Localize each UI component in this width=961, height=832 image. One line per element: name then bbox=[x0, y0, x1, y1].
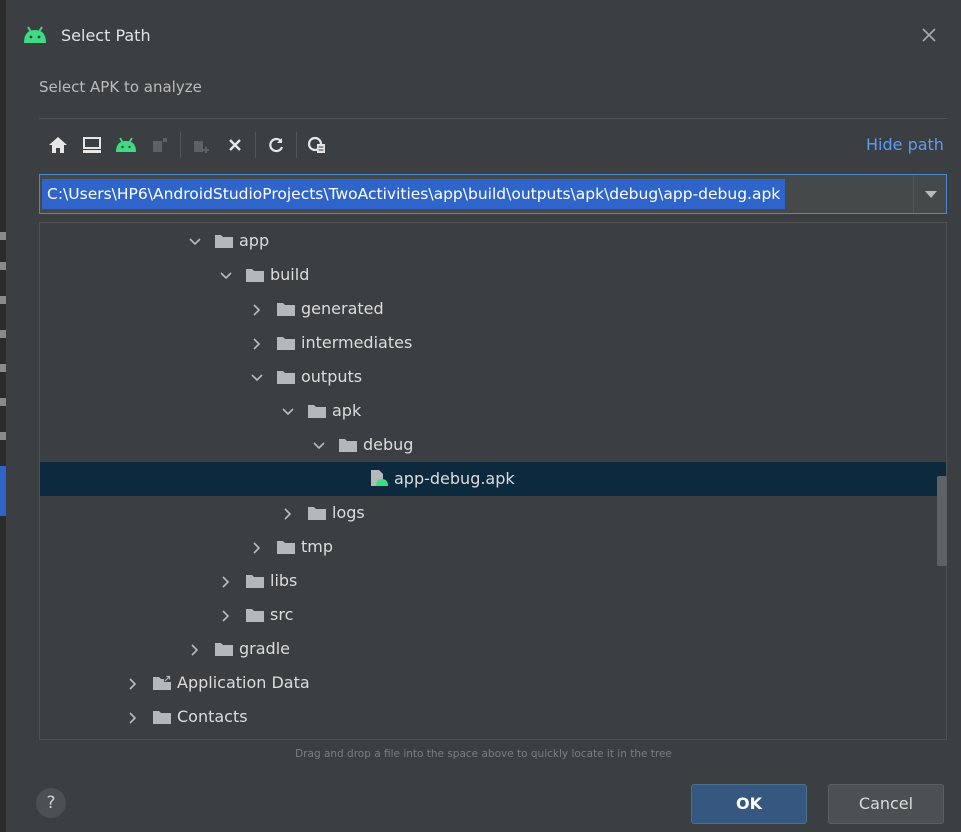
tree-row-label: Application Data bbox=[177, 673, 310, 692]
tree-row-label: app-debug.apk bbox=[394, 469, 515, 488]
chevron-down-icon[interactable] bbox=[311, 428, 327, 462]
android-project-icon[interactable] bbox=[109, 132, 143, 158]
select-path-dialog: Select Path Select APK to analyze Hide p… bbox=[6, 0, 961, 832]
divider bbox=[39, 118, 947, 119]
shortcut-folder-icon bbox=[152, 675, 172, 691]
folder-icon bbox=[276, 539, 296, 555]
chevron-right-icon[interactable] bbox=[249, 530, 265, 564]
tree-row[interactable]: src bbox=[40, 598, 946, 632]
new-folder-icon[interactable] bbox=[184, 132, 218, 158]
chevron-down-icon[interactable] bbox=[249, 360, 265, 394]
chevron-right-icon[interactable] bbox=[125, 666, 141, 700]
folder-icon bbox=[152, 709, 172, 725]
folder-icon bbox=[307, 403, 327, 419]
folder-icon bbox=[307, 505, 327, 521]
refresh-icon[interactable] bbox=[259, 132, 293, 158]
tree-row-label: build bbox=[270, 265, 310, 284]
tree-row[interactable]: intermediates bbox=[40, 326, 946, 360]
apk-file-icon bbox=[369, 469, 389, 486]
ok-button[interactable]: OK bbox=[691, 784, 807, 824]
chevron-right-icon[interactable] bbox=[125, 700, 141, 734]
tree-row-label: libs bbox=[270, 571, 298, 590]
path-combobox[interactable]: C:\Users\HP6\AndroidStudioProjects\TwoAc… bbox=[39, 174, 947, 214]
tree-row[interactable]: tmp bbox=[40, 530, 946, 564]
dialog-description: Select APK to analyze bbox=[39, 78, 202, 96]
module-icon[interactable] bbox=[143, 132, 177, 158]
chevron-right-icon[interactable] bbox=[218, 564, 234, 598]
path-value: C:\Users\HP6\AndroidStudioProjects\TwoAc… bbox=[42, 179, 786, 209]
tree-scrollbar-thumb[interactable] bbox=[937, 476, 947, 566]
tree-row[interactable]: gradle bbox=[40, 632, 946, 666]
tree-row-label: Contacts bbox=[177, 707, 248, 726]
chevron-right-icon[interactable] bbox=[280, 496, 296, 530]
help-button[interactable]: ? bbox=[36, 788, 66, 818]
close-icon[interactable] bbox=[918, 24, 940, 46]
toolbar-separator bbox=[255, 132, 256, 158]
title-bar: Select Path bbox=[6, 0, 961, 68]
tree-row-label: logs bbox=[332, 503, 365, 522]
tree-row-label: debug bbox=[363, 435, 414, 454]
chevron-down-icon[interactable] bbox=[218, 258, 234, 292]
chevron-down-icon[interactable] bbox=[187, 224, 203, 258]
folder-icon bbox=[338, 437, 358, 453]
folder-icon bbox=[245, 607, 265, 623]
chevron-right-icon[interactable] bbox=[249, 326, 265, 360]
file-tree[interactable]: app build generated intermediates outputs apk… bbox=[39, 222, 947, 740]
toolbar-separator bbox=[180, 132, 181, 158]
toolbar-separator bbox=[296, 132, 297, 158]
chevron-right-icon[interactable] bbox=[187, 632, 203, 666]
tree-row[interactable]: debug bbox=[40, 428, 946, 462]
folder-icon bbox=[276, 335, 296, 351]
tree-row-label: src bbox=[270, 605, 294, 624]
tree-row[interactable]: libs bbox=[40, 564, 946, 598]
dialog-title: Select Path bbox=[61, 26, 151, 45]
tree-row[interactable]: app-debug.apk bbox=[40, 462, 946, 496]
cancel-button[interactable]: Cancel bbox=[828, 784, 944, 824]
tree-row[interactable]: generated bbox=[40, 292, 946, 326]
tree-row[interactable]: Application Data bbox=[40, 666, 946, 700]
folder-icon bbox=[276, 301, 296, 317]
tree-row[interactable]: logs bbox=[40, 496, 946, 530]
chevron-right-icon[interactable] bbox=[218, 598, 234, 632]
tree-row-label: intermediates bbox=[301, 333, 413, 352]
drag-drop-hint: Drag and drop a file into the space abov… bbox=[295, 748, 672, 760]
tree-row[interactable]: outputs bbox=[40, 360, 946, 394]
path-input[interactable]: C:\Users\HP6\AndroidStudioProjects\TwoAc… bbox=[42, 179, 909, 209]
chevron-down-icon[interactable] bbox=[913, 175, 946, 213]
folder-icon bbox=[214, 233, 234, 249]
tree-row[interactable]: build bbox=[40, 258, 946, 292]
delete-icon[interactable] bbox=[218, 132, 252, 158]
tree-row-label: outputs bbox=[301, 367, 363, 386]
folder-icon bbox=[245, 573, 265, 589]
tree-row-label: tmp bbox=[301, 537, 334, 556]
folder-icon bbox=[245, 267, 265, 283]
hide-path-link[interactable]: Hide path bbox=[866, 135, 944, 154]
chevron-right-icon[interactable] bbox=[249, 292, 265, 326]
home-icon[interactable] bbox=[41, 132, 75, 158]
tree-row[interactable]: Contacts bbox=[40, 700, 946, 734]
tree-row-label: apk bbox=[332, 401, 362, 420]
android-icon bbox=[22, 26, 48, 48]
chevron-down-icon[interactable] bbox=[280, 394, 296, 428]
folder-icon bbox=[276, 369, 296, 385]
tree-row-label: generated bbox=[301, 299, 384, 318]
tree-row-label: gradle bbox=[239, 639, 290, 658]
file-chooser-toolbar bbox=[41, 132, 334, 158]
tree-row[interactable]: app bbox=[40, 224, 946, 258]
tree-row[interactable]: apk bbox=[40, 394, 946, 428]
desktop-icon[interactable] bbox=[75, 132, 109, 158]
tree-row-label: app bbox=[239, 231, 270, 250]
folder-icon bbox=[214, 641, 234, 657]
show-hidden-icon[interactable] bbox=[300, 132, 334, 158]
